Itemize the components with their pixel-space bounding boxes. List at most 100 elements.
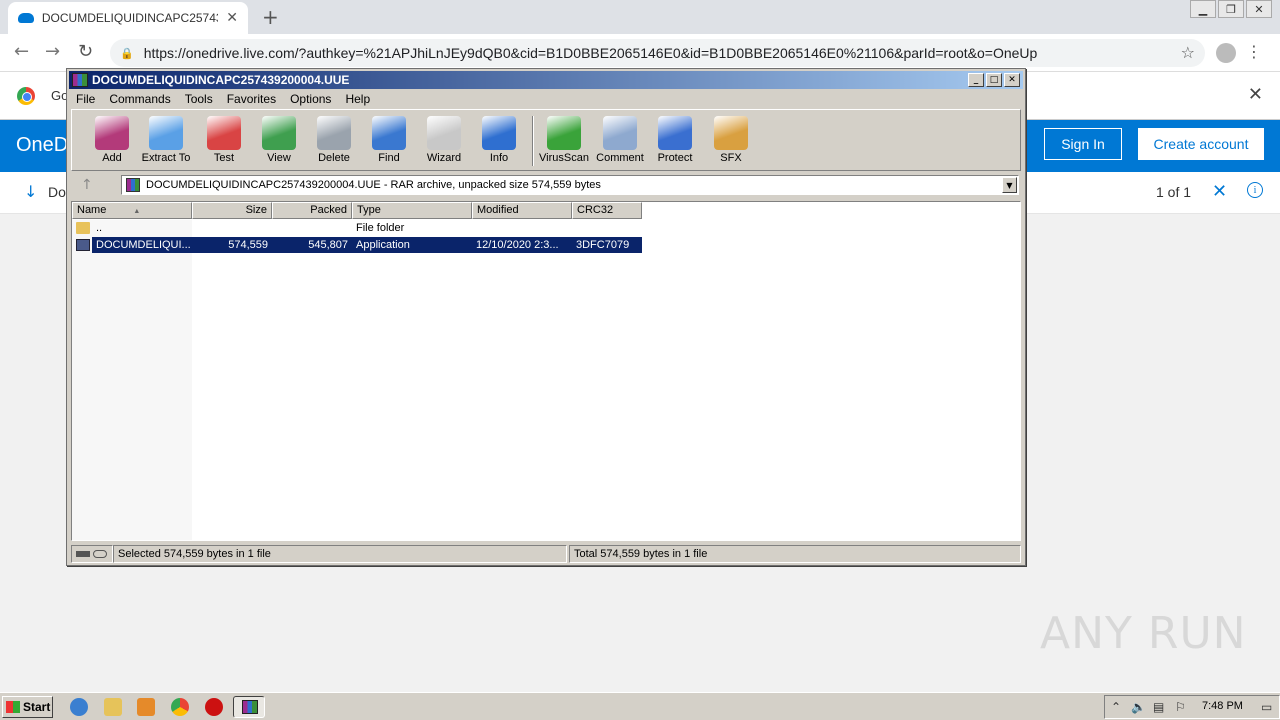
column-header-modified[interactable]: Modified <box>472 202 572 219</box>
windows-flag-icon <box>6 701 20 713</box>
menu-help[interactable]: Help <box>338 90 377 108</box>
address-bar[interactable]: 🔒 https://onedrive.live.com/?authkey=%21… <box>110 39 1205 67</box>
winrar-minimize-button[interactable]: _ <box>968 73 984 87</box>
screen: DOCUMDELIQUIDINCAPC257439200004.UUE ✕ + … <box>0 0 1280 720</box>
comment-button[interactable]: Comment <box>592 112 648 164</box>
forward-icon[interactable]: → <box>45 41 60 62</box>
file-list: Name ▲ Size Packed Type Modified CRC32 .… <box>71 201 1021 541</box>
winrar-menu-bar: File Commands Tools Favorites Options He… <box>69 90 377 108</box>
browser-tab[interactable]: DOCUMDELIQUIDINCAPC257439200004.UUE ✕ <box>8 2 248 34</box>
info-icon[interactable]: i <box>1247 182 1263 198</box>
test-label: Test <box>213 152 235 164</box>
info-button[interactable]: Info <box>471 112 527 164</box>
clock[interactable]: 7:48 PM <box>1202 700 1243 712</box>
table-row[interactable]: .. File folder <box>72 220 642 236</box>
row-packed: 545,807 <box>272 237 352 253</box>
archive-icon <box>126 178 140 192</box>
close-button[interactable]: ✕ <box>1246 0 1272 18</box>
action-center-flag-icon[interactable]: ⚐ <box>1175 700 1186 714</box>
ie-icon[interactable] <box>70 698 88 716</box>
key-icon[interactable] <box>93 550 107 559</box>
archive-path-field[interactable]: DOCUMDELIQUIDINCAPC257439200004.UUE - RA… <box>121 175 1019 195</box>
delete-icon <box>317 116 351 150</box>
sign-in-button[interactable]: Sign In <box>1044 128 1122 160</box>
info-label: Info <box>489 152 509 164</box>
add-icon <box>95 116 129 150</box>
show-desktop-icon[interactable]: ▭ <box>1261 700 1272 714</box>
add-button[interactable]: Add <box>84 112 140 164</box>
path-dropdown-button[interactable]: ▼ <box>1002 177 1017 193</box>
reload-icon[interactable]: ↻ <box>78 41 93 62</box>
column-header-crc32[interactable]: CRC32 <box>572 202 642 219</box>
restore-button[interactable]: ❐ <box>1218 0 1244 18</box>
table-row-selected[interactable]: DOCUMDELIQUI... 574,559 545,807 Applicat… <box>72 237 642 253</box>
download-label[interactable]: Do <box>48 184 66 200</box>
row-size <box>192 220 272 236</box>
find-icon <box>372 116 406 150</box>
column-header-name[interactable]: Name ▲ <box>72 202 192 219</box>
sfx-button[interactable]: SFX <box>703 112 759 164</box>
row-crc <box>572 220 642 236</box>
volume-icon[interactable]: 🔈 <box>1131 700 1146 714</box>
minimize-button[interactable]: ▁ <box>1190 0 1216 18</box>
protect-button[interactable]: Protect <box>647 112 703 164</box>
column-header-packed[interactable]: Packed <box>272 202 352 219</box>
menu-commands[interactable]: Commands <box>102 90 177 108</box>
wizard-label: Wizard <box>426 152 462 164</box>
close-viewer-icon[interactable]: ✕ <box>1212 181 1227 202</box>
tab-close-icon[interactable]: ✕ <box>226 10 238 26</box>
window-controls: ▁ ❐ ✕ <box>1188 0 1272 18</box>
taskbar: Start ⌃ 🔈 ▤ ⚐ 7:48 PM ▭ <box>0 692 1280 720</box>
download-icon[interactable]: ↓ <box>24 182 37 201</box>
application-icon <box>76 239 90 251</box>
url-text[interactable]: https://onedrive.live.com/?authkey=%21AP… <box>144 45 1144 61</box>
back-icon[interactable]: ← <box>14 41 29 62</box>
row-modified <box>472 220 572 236</box>
protect-label: Protect <box>657 152 693 164</box>
test-button[interactable]: Test <box>196 112 252 164</box>
row-type: Application <box>352 237 472 253</box>
network-icon[interactable]: ▤ <box>1153 700 1164 714</box>
menu-tools[interactable]: Tools <box>178 90 220 108</box>
view-button[interactable]: View <box>251 112 307 164</box>
profile-avatar[interactable] <box>1216 43 1236 63</box>
menu-file[interactable]: File <box>69 90 102 108</box>
column-header-type[interactable]: Type <box>352 202 472 219</box>
drive-icon[interactable] <box>76 551 90 558</box>
watermark: ANY RUN <box>1040 608 1247 659</box>
onedrive-brand[interactable]: OneD <box>16 134 68 157</box>
extract-to-button[interactable]: Extract To <box>138 112 194 164</box>
new-tab-button[interactable]: + <box>262 5 279 29</box>
bookmark-star-icon[interactable]: ☆ <box>1181 43 1195 62</box>
up-folder-icon[interactable]: ↑ <box>81 177 93 193</box>
info-bar-close-icon[interactable]: ✕ <box>1248 84 1263 105</box>
wizard-icon <box>427 116 461 150</box>
menu-dots-icon[interactable]: ⋮ <box>1246 42 1262 61</box>
menu-favorites[interactable]: Favorites <box>220 90 283 108</box>
chrome-icon[interactable] <box>171 698 189 716</box>
menu-options[interactable]: Options <box>283 90 338 108</box>
winrar-maximize-button[interactable]: □ <box>986 73 1002 87</box>
row-size: 574,559 <box>192 237 272 253</box>
row-crc: 3DFC7079 <box>572 237 642 253</box>
delete-button[interactable]: Delete <box>306 112 362 164</box>
wizard-button[interactable]: Wizard <box>416 112 472 164</box>
winrar-title-bar[interactable]: DOCUMDELIQUIDINCAPC257439200004.UUE _ □ … <box>69 71 1023 89</box>
opera-icon[interactable] <box>205 698 223 716</box>
find-button[interactable]: Find <box>361 112 417 164</box>
tray-expand-icon[interactable]: ⌃ <box>1111 700 1121 714</box>
row-packed <box>272 220 352 236</box>
winrar-window-controls: _ □ ✕ <box>966 73 1020 87</box>
winrar-close-button[interactable]: ✕ <box>1004 73 1020 87</box>
winrar-status-bar: Selected 574,559 bytes in 1 file Total 5… <box>71 545 1021 563</box>
create-account-button[interactable]: Create account <box>1138 128 1264 160</box>
system-tray: ⌃ 🔈 ▤ ⚐ 7:48 PM ▭ <box>1104 695 1280 719</box>
virusscan-button[interactable]: VirusScan <box>536 112 592 164</box>
explorer-folder-icon[interactable] <box>104 698 122 716</box>
protect-shield-icon <box>658 116 692 150</box>
column-header-size[interactable]: Size <box>192 202 272 219</box>
winrar-taskbar-button[interactable] <box>233 696 265 718</box>
onedrive-icon <box>18 13 34 23</box>
start-button[interactable]: Start <box>2 696 53 718</box>
media-player-icon[interactable] <box>137 698 155 716</box>
